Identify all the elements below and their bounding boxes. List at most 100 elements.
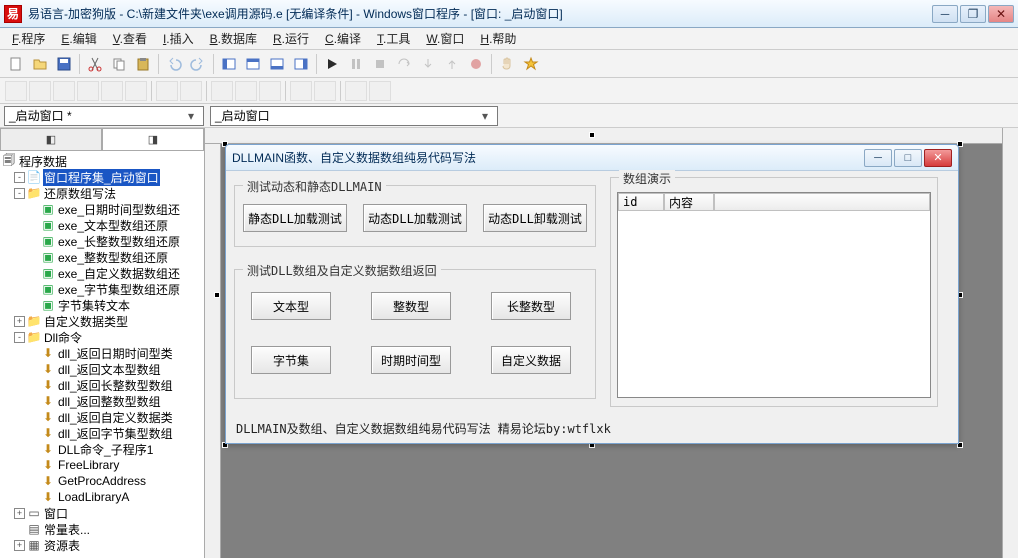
minimize-button[interactable]: ─ bbox=[932, 5, 958, 23]
tree-item[interactable]: ▣exe_字节集型数组还原 bbox=[0, 281, 204, 297]
breakpoint-icon[interactable] bbox=[465, 53, 487, 75]
save-icon[interactable] bbox=[53, 53, 75, 75]
tree-item[interactable]: ⬇dll_返回长整数型数组 bbox=[0, 377, 204, 393]
menu-tools[interactable]: T.工具 bbox=[371, 28, 416, 49]
center-v-icon[interactable] bbox=[314, 81, 336, 101]
tree-item[interactable]: -📁Dll命令 bbox=[0, 329, 204, 345]
tree-item[interactable]: +▭窗口 bbox=[0, 505, 204, 521]
menu-window[interactable]: W.窗口 bbox=[420, 28, 470, 49]
hand-icon[interactable] bbox=[496, 53, 518, 75]
design-window-body[interactable]: 测试动态和静态DLLMAIN 静态DLL加载测试 动态DLL加载测试 动态DLL… bbox=[226, 171, 958, 443]
panel-icon-2[interactable] bbox=[242, 53, 264, 75]
copy-icon[interactable] bbox=[108, 53, 130, 75]
panel-icon-3[interactable] bbox=[266, 53, 288, 75]
align-right-icon[interactable] bbox=[53, 81, 75, 101]
cut-icon[interactable] bbox=[84, 53, 106, 75]
align-top-icon[interactable] bbox=[77, 81, 99, 101]
dlg-minimize-button[interactable]: ─ bbox=[864, 149, 892, 167]
redo-icon[interactable] bbox=[187, 53, 209, 75]
menu-database[interactable]: B.数据库 bbox=[204, 28, 263, 49]
tree-item[interactable]: ⬇dll_返回字节集型数组 bbox=[0, 425, 204, 441]
same-size-icon[interactable] bbox=[259, 81, 281, 101]
object-combo-1[interactable]: _启动窗口 * ▾ bbox=[4, 106, 204, 126]
align-bottom-icon[interactable] bbox=[125, 81, 147, 101]
tree-item[interactable]: ▣exe_长整数型数组还原 bbox=[0, 233, 204, 249]
menu-view[interactable]: V.查看 bbox=[107, 28, 153, 49]
dlg-maximize-button[interactable]: □ bbox=[894, 149, 922, 167]
menu-insert[interactable]: I.插入 bbox=[157, 28, 200, 49]
lock-icon[interactable] bbox=[369, 81, 391, 101]
col-content[interactable]: 内容 bbox=[664, 193, 714, 211]
v-scrollbar[interactable] bbox=[1002, 128, 1018, 558]
text-type-button[interactable]: 文本型 bbox=[251, 292, 331, 320]
project-tree[interactable]: 🗐程序数据-📄窗口程序集_启动窗口-📁还原数组写法▣exe_日期时间型数组还▣e… bbox=[0, 150, 204, 558]
step-out-icon[interactable] bbox=[441, 53, 463, 75]
same-height-icon[interactable] bbox=[235, 81, 257, 101]
tree-item[interactable]: ⬇dll_返回日期时间型类 bbox=[0, 345, 204, 361]
tree-item[interactable]: -📄窗口程序集_启动窗口 bbox=[0, 169, 204, 185]
menu-program[interactable]: F.程序 bbox=[6, 28, 51, 49]
open-file-icon[interactable] bbox=[29, 53, 51, 75]
close-button[interactable]: ✕ bbox=[988, 5, 1014, 23]
space-v-icon[interactable] bbox=[180, 81, 202, 101]
panel-icon-1[interactable] bbox=[218, 53, 240, 75]
dlg-close-button[interactable]: ✕ bbox=[924, 149, 952, 167]
static-dll-load-button[interactable]: 静态DLL加载测试 bbox=[243, 204, 347, 232]
tree-item[interactable]: ⬇dll_返回文本型数组 bbox=[0, 361, 204, 377]
undo-icon[interactable] bbox=[163, 53, 185, 75]
left-tab-2[interactable]: ◨ bbox=[102, 128, 204, 150]
datetime-type-button[interactable]: 时期时间型 bbox=[371, 346, 451, 374]
stop-icon[interactable] bbox=[369, 53, 391, 75]
sel-handle[interactable] bbox=[589, 132, 595, 138]
tree-item[interactable]: +▦资源表 bbox=[0, 537, 204, 553]
same-width-icon[interactable] bbox=[211, 81, 233, 101]
tree-item[interactable]: ⬇DLL命令_子程序1 bbox=[0, 441, 204, 457]
sel-handle[interactable] bbox=[214, 292, 220, 298]
tree-item[interactable]: ▣exe_整数型数组还原 bbox=[0, 249, 204, 265]
menu-compile[interactable]: C.编译 bbox=[319, 28, 367, 49]
help-star-icon[interactable] bbox=[520, 53, 542, 75]
maximize-button[interactable]: ❐ bbox=[960, 5, 986, 23]
tree-item[interactable]: -📁还原数组写法 bbox=[0, 185, 204, 201]
tree-item[interactable]: ▣exe_日期时间型数组还 bbox=[0, 201, 204, 217]
run-icon[interactable] bbox=[321, 53, 343, 75]
pause-icon[interactable] bbox=[345, 53, 367, 75]
space-h-icon[interactable] bbox=[156, 81, 178, 101]
align-middle-icon[interactable] bbox=[101, 81, 123, 101]
menu-edit[interactable]: E.编辑 bbox=[55, 28, 102, 49]
tree-item[interactable]: ⬇dll_返回整数型数组 bbox=[0, 393, 204, 409]
tree-item[interactable]: ▣字节集转文本 bbox=[0, 297, 204, 313]
menu-run[interactable]: R.运行 bbox=[267, 28, 315, 49]
step-over-icon[interactable] bbox=[393, 53, 415, 75]
tree-item[interactable]: ▣exe_文本型数组还原 bbox=[0, 217, 204, 233]
int-type-button[interactable]: 整数型 bbox=[371, 292, 451, 320]
byte-type-button[interactable]: 字节集 bbox=[251, 346, 331, 374]
align-center-icon[interactable] bbox=[29, 81, 51, 101]
tree-item[interactable]: ⬇dll_返回自定义数据类 bbox=[0, 409, 204, 425]
tree-item[interactable]: ⬇LoadLibraryA bbox=[0, 489, 204, 505]
grid-icon[interactable] bbox=[345, 81, 367, 101]
tree-item[interactable]: ⬇GetProcAddress bbox=[0, 473, 204, 489]
listview[interactable]: id 内容 bbox=[617, 192, 931, 398]
paste-icon[interactable] bbox=[132, 53, 154, 75]
new-file-icon[interactable] bbox=[5, 53, 27, 75]
dynamic-dll-unload-button[interactable]: 动态DLL卸载测试 bbox=[483, 204, 587, 232]
chevron-down-icon: ▾ bbox=[183, 109, 199, 123]
menu-help[interactable]: H.帮助 bbox=[474, 28, 522, 49]
custom-type-button[interactable]: 自定义数据 bbox=[491, 346, 571, 374]
center-h-icon[interactable] bbox=[290, 81, 312, 101]
object-combo-2[interactable]: _启动窗口 ▾ bbox=[210, 106, 498, 126]
col-id[interactable]: id bbox=[618, 193, 664, 211]
left-tab-1[interactable]: ◧ bbox=[0, 128, 102, 150]
tree-item[interactable]: ▣exe_自定义数据数组还 bbox=[0, 265, 204, 281]
long-type-button[interactable]: 长整数型 bbox=[491, 292, 571, 320]
tree-item[interactable]: ⬇FreeLibrary bbox=[0, 457, 204, 473]
form-designer[interactable]: DLLMAIN函数、自定义数据数组纯易代码写法 ─ □ ✕ 测试动态和静态DLL… bbox=[205, 128, 1018, 558]
align-left-icon[interactable] bbox=[5, 81, 27, 101]
tree-item[interactable]: ▤常量表... bbox=[0, 521, 204, 537]
tree-item[interactable]: +📁自定义数据类型 bbox=[0, 313, 204, 329]
step-into-icon[interactable] bbox=[417, 53, 439, 75]
panel-icon-4[interactable] bbox=[290, 53, 312, 75]
design-window[interactable]: DLLMAIN函数、自定义数据数组纯易代码写法 ─ □ ✕ 测试动态和静态DLL… bbox=[225, 144, 959, 444]
dynamic-dll-load-button[interactable]: 动态DLL加载测试 bbox=[363, 204, 467, 232]
